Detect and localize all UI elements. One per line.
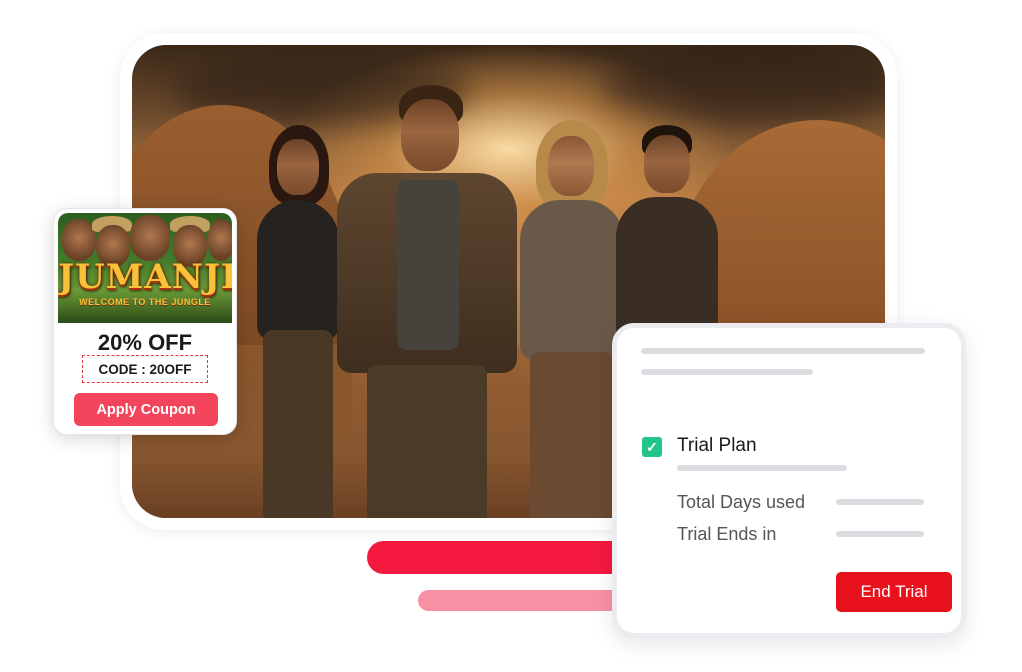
coupon-code: CODE : 20OFF — [82, 355, 208, 383]
trial-plan-checkbox[interactable]: ✓ — [642, 437, 662, 457]
poster-character-face — [62, 219, 96, 261]
trial-ends-label: Trial Ends in — [677, 524, 777, 544]
trial-plan-card: ✓ Trial Plan Total Days used Trial Ends … — [612, 323, 966, 638]
total-days-used-label: Total Days used — [677, 492, 806, 512]
poster-character-face — [130, 215, 170, 261]
placeholder-line — [677, 465, 847, 471]
jumanji-poster: JUMANJI WELCOME TO THE JUNGLE — [58, 213, 232, 323]
trial-ends-value-placeholder — [836, 531, 924, 537]
placeholder-line — [641, 369, 813, 375]
sky-cloud — [602, 45, 885, 125]
character-figure — [327, 85, 527, 518]
checkmark-icon: ✓ — [646, 438, 658, 455]
placeholder-line — [641, 348, 925, 354]
end-trial-button[interactable]: End Trial — [836, 572, 952, 612]
days-used-value-placeholder — [836, 499, 924, 505]
poster-title: JUMANJI — [58, 257, 232, 297]
apply-coupon-button[interactable]: Apply Coupon — [74, 393, 218, 426]
discount-label: 20% OFF — [97, 330, 193, 355]
poster-subtitle: WELCOME TO THE JUNGLE — [79, 297, 211, 307]
coupon-card: JUMANJI WELCOME TO THE JUNGLE 20% OFF CO… — [53, 208, 237, 435]
poster-character-face — [208, 219, 232, 261]
trial-plan-label: Trial Plan — [677, 435, 757, 456]
